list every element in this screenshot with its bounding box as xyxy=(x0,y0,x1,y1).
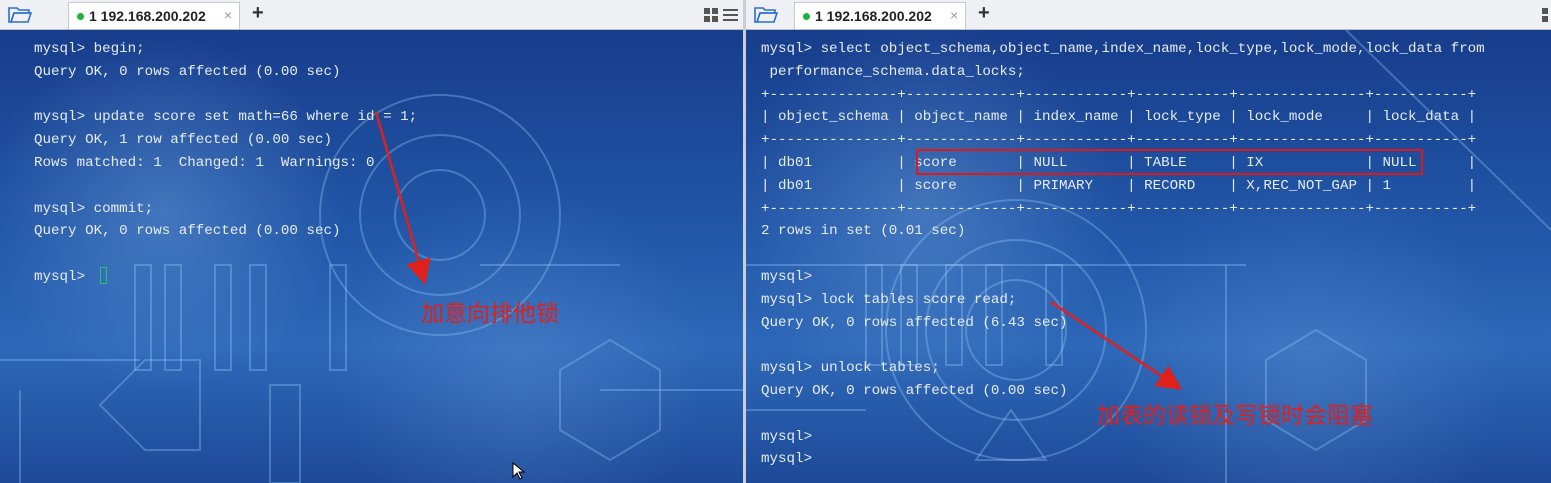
annotation-table-lock-blocks: 加表的读锁及写锁时会阻塞 xyxy=(1097,402,1373,428)
tab-title: 1 192.168.200.202 xyxy=(815,8,932,24)
mouse-pointer-icon xyxy=(512,462,526,480)
close-tab-icon[interactable]: × xyxy=(224,7,232,23)
left-tab-bar: 1 192.168.200.202 × + xyxy=(0,0,743,30)
right-tab-bar: 1 192.168.200.202 × + xyxy=(746,0,1551,30)
right-terminal-pane[interactable]: 1 192.168.200.202 × + mysql> select obje… xyxy=(746,0,1551,483)
add-tab-icon[interactable]: + xyxy=(252,2,264,25)
layout-grid-icon[interactable] xyxy=(703,6,739,24)
right-session-tab[interactable]: 1 192.168.200.202 × xyxy=(794,2,966,29)
status-dot-icon xyxy=(77,13,84,20)
left-terminal-pane[interactable]: 1 192.168.200.202 × + mysql> begin; Quer… xyxy=(0,0,743,483)
folder-icon[interactable] xyxy=(8,6,32,24)
close-tab-icon[interactable]: × xyxy=(950,7,958,23)
tab-title: 1 192.168.200.202 xyxy=(89,8,206,24)
left-session-tab[interactable]: 1 192.168.200.202 × xyxy=(68,2,240,29)
add-tab-icon[interactable]: + xyxy=(978,2,990,25)
right-terminal-output[interactable]: mysql> select object_schema,object_name,… xyxy=(746,30,1551,483)
layout-grid-icon[interactable] xyxy=(1541,6,1551,24)
left-terminal-output[interactable]: mysql> begin; Query OK, 0 rows affected (… xyxy=(0,30,743,483)
status-dot-icon xyxy=(803,13,810,20)
annotation-arrow xyxy=(374,111,431,285)
folder-icon[interactable] xyxy=(754,6,778,24)
annotation-intent-exclusive-lock: 加意向排他锁 xyxy=(421,300,559,326)
